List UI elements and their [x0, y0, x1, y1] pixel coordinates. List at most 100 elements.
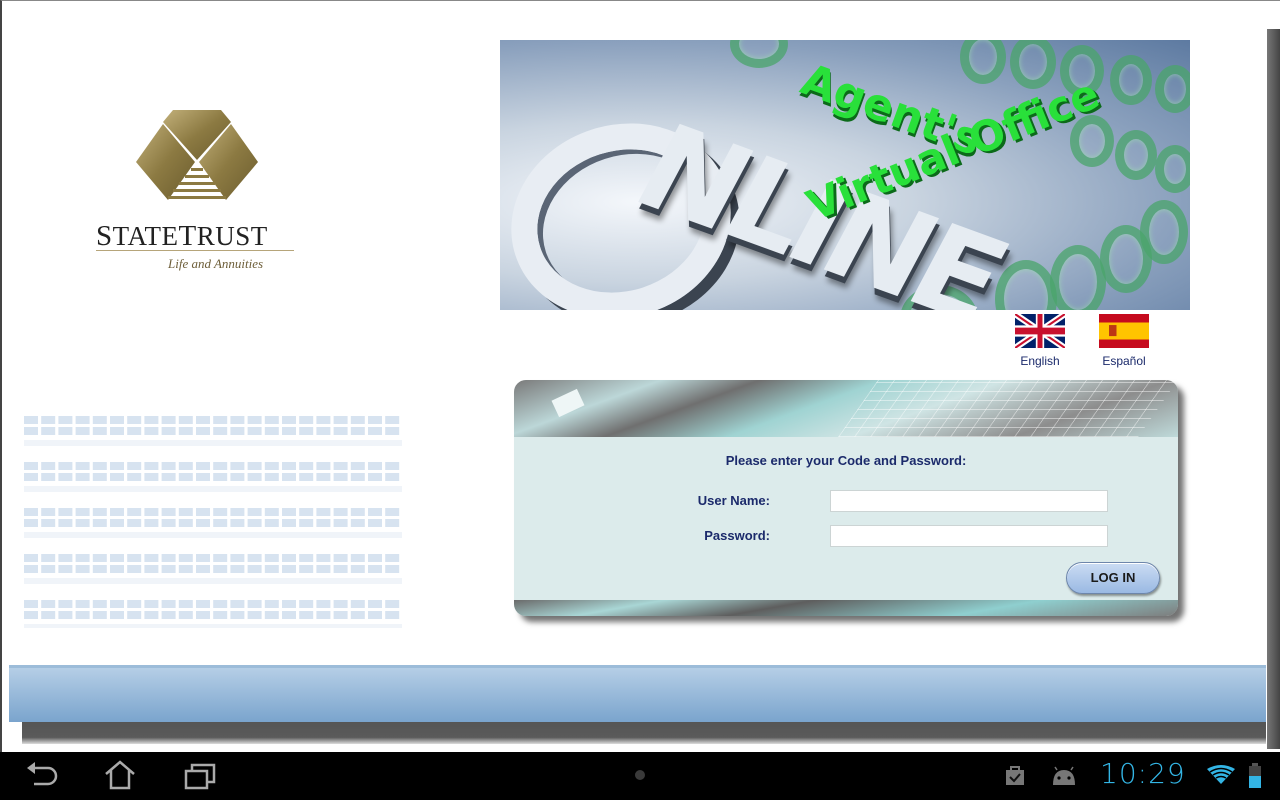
- grid-cell: [368, 611, 382, 619]
- grid-cell: [299, 611, 314, 619]
- language-spanish-label: Español: [1102, 354, 1146, 368]
- grid-cell: [127, 508, 142, 516]
- decorative-grid-image: [24, 416, 402, 628]
- grid-cell: [144, 416, 159, 424]
- grid-cell: [110, 554, 124, 562]
- clock[interactable]: 10:29: [1100, 757, 1186, 790]
- grid-cell: [282, 565, 296, 573]
- grid-cell: [230, 600, 245, 608]
- grid-cell: [75, 416, 90, 424]
- grid-cell: [178, 611, 193, 619]
- grid-cell: [213, 519, 228, 527]
- grid-cell: [75, 508, 90, 516]
- wifi-icon[interactable]: [1207, 765, 1235, 785]
- grid-cell: [316, 508, 331, 516]
- grid-cell: [110, 600, 124, 608]
- grid-cell: [196, 554, 210, 562]
- grid-cell: [178, 462, 193, 470]
- grid-cell: [92, 611, 107, 619]
- grid-faint-row: [24, 440, 402, 446]
- grid-cell: [385, 473, 400, 481]
- grid-cell: [127, 473, 142, 481]
- grid-cell: [75, 473, 90, 481]
- grid-cell: [110, 416, 124, 424]
- grid-cell: [58, 519, 73, 527]
- grid-cell: [24, 519, 38, 527]
- grid-cell: [161, 565, 176, 573]
- grid-cell: [213, 416, 228, 424]
- grid-cell: [41, 416, 56, 424]
- home-icon[interactable]: [100, 760, 140, 792]
- grid-cell: [333, 565, 348, 573]
- grid-cell: [299, 565, 314, 573]
- language-selector: English Español: [1010, 314, 1180, 374]
- grid-cell: [350, 462, 365, 470]
- grid-cell: [92, 416, 107, 424]
- brand-name: STATETRUST: [96, 220, 268, 252]
- grid-cell: [161, 611, 176, 619]
- grid-cell: [144, 519, 159, 527]
- grid-cell: [178, 416, 193, 424]
- grid-cell: [110, 508, 124, 516]
- grid-cell: [316, 611, 331, 619]
- grid-cell: [299, 519, 314, 527]
- grid-cell: [161, 462, 176, 470]
- recent-apps-icon[interactable]: [180, 760, 220, 792]
- language-english[interactable]: English: [1010, 314, 1070, 368]
- grid-cell: [282, 611, 296, 619]
- grid-cell: [282, 473, 296, 481]
- login-button[interactable]: LOG IN: [1066, 562, 1160, 594]
- grid-cell: [196, 416, 210, 424]
- grid-cell: [41, 462, 56, 470]
- grid-cell: [75, 611, 90, 619]
- back-icon[interactable]: [22, 760, 62, 792]
- grid-faint-row: [24, 486, 402, 492]
- panel-header-graphic: [514, 380, 1178, 437]
- grid-cell: [385, 600, 400, 608]
- grid-cell: [178, 600, 193, 608]
- grid-cell: [92, 554, 107, 562]
- grid-cell: [196, 462, 210, 470]
- password-input[interactable]: [830, 525, 1108, 547]
- battery-icon[interactable]: [1248, 763, 1262, 789]
- grid-cell: [24, 565, 38, 573]
- grid-cell: [178, 554, 193, 562]
- grid-cell: [299, 473, 314, 481]
- grid-cell: [247, 462, 262, 470]
- grid-cell: [178, 519, 193, 527]
- language-spanish[interactable]: Español: [1094, 314, 1154, 368]
- grid-cell: [178, 473, 193, 481]
- grid-cell: [264, 519, 279, 527]
- grid-cell: [230, 416, 245, 424]
- android-debug-icon[interactable]: [1050, 766, 1078, 786]
- grid-cell: [144, 565, 159, 573]
- grid-cell: [178, 508, 193, 516]
- grid-cell: [75, 462, 90, 470]
- grid-cell: [230, 462, 245, 470]
- spain-flag-icon: [1099, 314, 1149, 348]
- grid-cell: [58, 565, 73, 573]
- grid-cell: [41, 565, 56, 573]
- grid-cell: [161, 600, 176, 608]
- logo-divider: [96, 250, 294, 251]
- grid-cell: [333, 462, 348, 470]
- shopping-bag-icon[interactable]: [1004, 764, 1026, 786]
- online-virtual-office-banner: NLINE Agent's Virtual Office: [500, 40, 1190, 310]
- grid-cell: [178, 427, 193, 435]
- page-shadow: [1267, 29, 1280, 749]
- diamond-logo-icon: [136, 110, 258, 200]
- grid-cell: [264, 611, 279, 619]
- grid-cell: [316, 565, 331, 573]
- grid-cell: [350, 416, 365, 424]
- grid-cell: [299, 554, 314, 562]
- grid-cell: [178, 565, 193, 573]
- grid-cell: [196, 473, 210, 481]
- username-input[interactable]: [830, 490, 1108, 512]
- grid-cell: [247, 600, 262, 608]
- grid-cell: [144, 508, 159, 516]
- grid-cell: [41, 508, 56, 516]
- grid-cell: [385, 416, 400, 424]
- grid-cell: [92, 462, 107, 470]
- grid-cell: [247, 508, 262, 516]
- grid-cell: [247, 416, 262, 424]
